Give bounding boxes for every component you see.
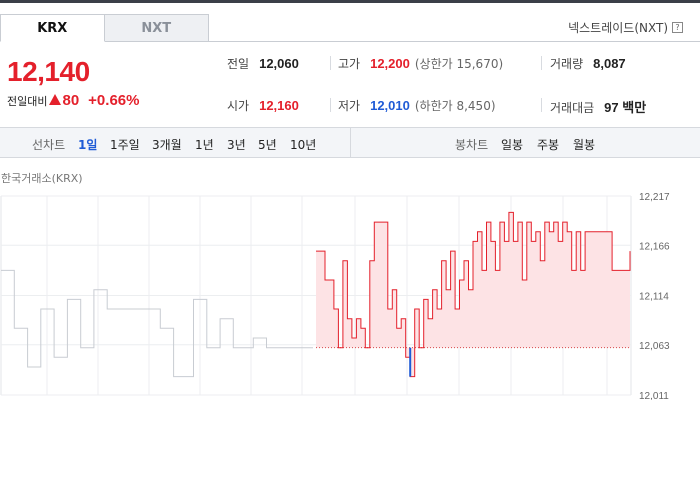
volume-label: 거래량 [550, 57, 584, 71]
stat-low: 저가 12,010 (하한가 8,450) [338, 97, 496, 114]
period-10y[interactable]: 10년 [290, 136, 316, 153]
help-icon[interactable]: ? [672, 22, 683, 33]
prev-day-line [1, 269, 313, 378]
period-weekly-candle[interactable]: 주봉 [537, 136, 559, 153]
high-value: 12,200 [370, 56, 410, 71]
stat-divider [330, 98, 331, 112]
stat-trade-value: 거래대금 97 백만 [550, 97, 646, 116]
change-amount: 80 [62, 92, 80, 109]
today-series-layer [316, 211, 631, 378]
y-axis-ticks: 12,217 12,166 12,114 12,063 12,011 [639, 192, 670, 400]
y-tick-label: 12,063 [639, 341, 670, 352]
up-arrow-icon [49, 94, 62, 105]
period-1y[interactable]: 1년 [195, 136, 214, 153]
tab-nxt[interactable]: NXT [104, 14, 209, 42]
change-percent: +0.66% [88, 92, 140, 109]
high-label: 고가 [338, 57, 361, 71]
open-label: 시가 [227, 99, 250, 113]
stat-prev-close: 전일 12,060 [227, 55, 299, 72]
prev-day-series-layer [1, 269, 313, 378]
exchange-label-text: 넥스트레이드(NXT) [568, 21, 668, 35]
top-border [0, 0, 700, 3]
trade-value-label: 거래대금 [550, 101, 595, 115]
stat-volume: 거래량 8,087 [550, 55, 626, 72]
period-3y[interactable]: 3년 [227, 136, 246, 153]
exchange-label[interactable]: 넥스트레이드(NXT) ? [568, 19, 683, 36]
stat-divider [541, 98, 542, 112]
chart-source-label: 한국거래소(KRX) [1, 172, 83, 185]
period-1d[interactable]: 1일 [78, 136, 97, 153]
y-tick-label: 12,011 [639, 391, 669, 400]
candle-chart-label: 봉차트 [455, 138, 489, 152]
intraday-price-chart[interactable]: 12,217 12,166 12,114 12,063 12,011 [0, 185, 700, 400]
prev-close-value: 12,060 [259, 56, 299, 71]
low-value: 12,010 [370, 98, 410, 113]
upper-limit: (상한가 15,670) [414, 57, 504, 71]
market-tabs: KRX NXT [0, 14, 209, 42]
period-monthly-candle[interactable]: 월봉 [573, 136, 595, 153]
change-label: 전일대비 [7, 95, 48, 108]
period-bar-divider [350, 128, 351, 157]
lower-limit: (하한가 8,450) [414, 99, 496, 113]
prev-close-label: 전일 [227, 57, 250, 71]
y-tick-label: 12,114 [639, 292, 669, 303]
stat-high: 고가 12,200 (상한가 15,670) [338, 55, 503, 72]
tab-krx[interactable]: KRX [0, 14, 105, 42]
stat-divider [541, 56, 542, 70]
stat-open: 시가 12,160 [227, 97, 299, 114]
period-3m[interactable]: 3개월 [152, 136, 182, 153]
y-tick-label: 12,217 [639, 192, 670, 203]
volume-value: 8,087 [593, 56, 626, 71]
line-chart-label: 선차트 [32, 138, 66, 152]
chart-period-bar: 선차트 1일 1주일 3개월 1년 3년 5년 10년 봉차트 일봉 주봉 월봉 [0, 127, 700, 158]
tabs-underline [209, 41, 700, 42]
low-label: 저가 [338, 99, 361, 113]
trade-value: 97 백만 [604, 100, 647, 115]
current-price: 12,140 [7, 56, 90, 87]
stat-divider [330, 56, 331, 70]
period-1w[interactable]: 1주일 [110, 136, 140, 153]
period-daily-candle[interactable]: 일봉 [501, 136, 523, 153]
period-5y[interactable]: 5년 [258, 136, 277, 153]
today-area [316, 212, 630, 377]
price-change: 전일대비 80 +0.66% [7, 92, 139, 109]
open-value: 12,160 [259, 98, 299, 113]
y-tick-label: 12,166 [639, 241, 670, 252]
